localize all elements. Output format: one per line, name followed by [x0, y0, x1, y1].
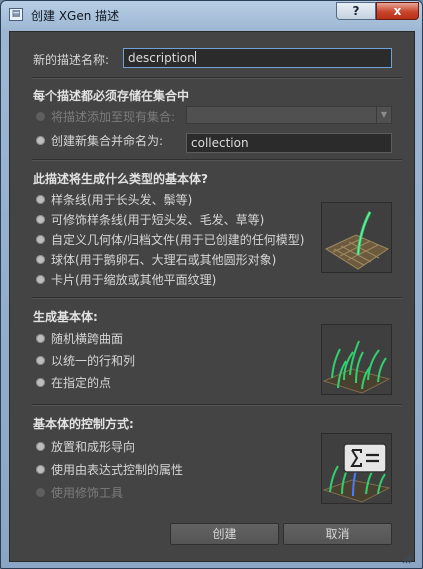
- cancel-button[interactable]: 取消: [283, 523, 392, 545]
- radio-grooming-tools: [36, 488, 45, 497]
- specified-points-label[interactable]: 在指定的点: [51, 374, 111, 391]
- radio-randomly-across-surface[interactable]: [36, 334, 45, 343]
- resize-grip-icon[interactable]: [401, 549, 412, 564]
- add-to-existing-collection-label: 将描述添加至现有集合:: [51, 110, 176, 124]
- radio-expression-controlled-attributes[interactable]: [36, 465, 45, 474]
- help-button[interactable]: ?: [336, 2, 376, 20]
- divider: [32, 297, 402, 299]
- chevron-down-icon: ▼: [376, 107, 391, 123]
- expression-controlled-attributes-label[interactable]: 使用由表达式控制的属性: [51, 461, 183, 478]
- existing-collection-dropdown: ▼: [186, 106, 392, 124]
- create-button[interactable]: 创建: [170, 523, 279, 545]
- xgen-window-icon[interactable]: ▤: [9, 8, 23, 21]
- generate-section-header: 生成基本体:: [33, 310, 98, 324]
- sigma-icon: [343, 443, 387, 473]
- radio-groomable-splines[interactable]: [36, 215, 45, 224]
- random-distribution-thumbnail: [321, 324, 392, 395]
- radio-cards[interactable]: [36, 275, 45, 284]
- custom-geometry-label[interactable]: 自定义几何体/归档文件(用于已创建的任何模型): [51, 231, 304, 248]
- radio-create-new-collection[interactable]: [36, 136, 45, 145]
- new-collection-name-input[interactable]: collection: [186, 133, 392, 153]
- uniform-rows-columns-label[interactable]: 以统一的行和列: [51, 352, 135, 369]
- groomable-splines-label[interactable]: 可修饰样条线(用于短头发、毛发、草等): [51, 211, 264, 228]
- primitive-type-section-header: 此描述将生成什么类型的基本体?: [33, 172, 208, 186]
- description-name-input[interactable]: description: [123, 48, 392, 68]
- divider: [32, 404, 402, 406]
- cards-label[interactable]: 卡片(用于缩放或其他平面纹理): [51, 271, 216, 288]
- control-section-header: 基本体的控制方式:: [33, 417, 134, 431]
- close-button[interactable]: x: [376, 2, 419, 20]
- splines-label[interactable]: 样条线(用于长头发、鬃等): [51, 191, 192, 208]
- expression-thumbnail: [321, 433, 392, 504]
- radio-custom-geometry[interactable]: [36, 235, 45, 244]
- spline-thumbnail: [321, 202, 392, 273]
- radio-specified-points[interactable]: [36, 378, 45, 387]
- collection-section-header: 每个描述都必须存储在集合中: [33, 89, 190, 103]
- dialog-body: 新的描述名称: description 每个描述都必须存储在集合中 将描述添加至…: [9, 31, 415, 562]
- radio-add-to-existing-collection: [36, 112, 45, 121]
- radio-splines[interactable]: [36, 195, 45, 204]
- radio-spheres[interactable]: [36, 255, 45, 264]
- divider: [32, 77, 402, 79]
- randomly-across-surface-label[interactable]: 随机横跨曲面: [51, 330, 123, 347]
- place-and-shape-guides-label[interactable]: 放置和成形导向: [51, 438, 135, 455]
- title-bar[interactable]: ▤ 创建 XGen 描述 ? x: [1, 1, 422, 29]
- radio-uniform-rows-columns[interactable]: [36, 356, 45, 365]
- spheres-label[interactable]: 球体(用于鹅卵石、大理石或其他圆形对象): [51, 251, 276, 268]
- window-title: 创建 XGen 描述: [31, 9, 120, 23]
- divider: [32, 159, 402, 161]
- create-new-collection-label[interactable]: 创建新集合并命名为:: [51, 132, 163, 149]
- description-name-label: 新的描述名称:: [33, 53, 110, 67]
- create-xgen-description-window: ▤ 创建 XGen 描述 ? x 新的描述名称: description 每个描…: [0, 0, 423, 569]
- grooming-tools-label: 使用修饰工具: [51, 486, 124, 500]
- radio-place-and-shape-guides[interactable]: [36, 442, 45, 451]
